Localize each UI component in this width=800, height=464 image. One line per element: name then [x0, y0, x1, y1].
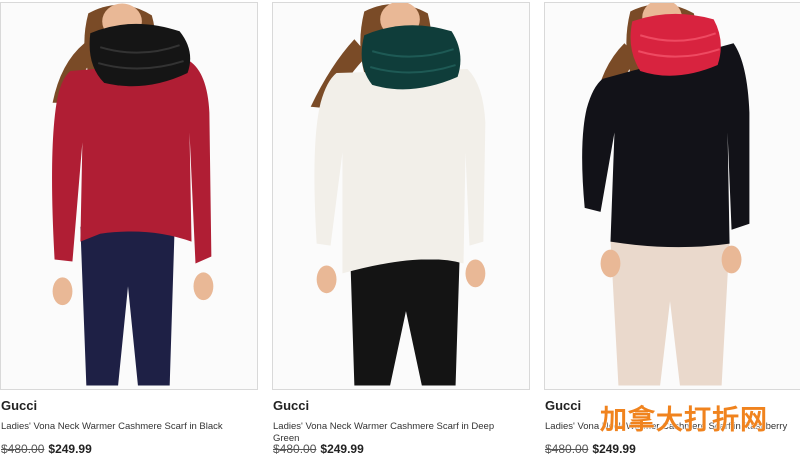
site-watermark: 加拿大打折网 — [600, 405, 768, 436]
model-illustration — [273, 3, 529, 389]
original-price: $480.00 — [1, 442, 45, 456]
original-price: $480.00 — [273, 442, 317, 456]
model-illustration — [545, 3, 800, 389]
product-card: Gucci Ladies' Vona Neck Warmer Cashmere … — [272, 0, 530, 464]
product-image[interactable] — [544, 2, 800, 390]
product-brand[interactable]: Gucci — [1, 398, 37, 413]
product-price: $480.00 $249.99 — [1, 442, 92, 456]
original-price: $480.00 — [545, 442, 589, 456]
model-illustration — [1, 3, 257, 389]
product-image[interactable] — [0, 2, 258, 390]
product-brand[interactable]: Gucci — [545, 398, 581, 413]
sale-price: $249.99 — [592, 442, 636, 456]
product-image[interactable] — [272, 2, 530, 390]
product-card: Gucci Ladies' Vona Neck Warmer Cashmere … — [0, 0, 258, 464]
product-title[interactable]: Ladies' Vona Neck Warmer Cashmere Scarf … — [1, 421, 251, 433]
product-card: Gucci Ladies' Vona Neck Warmer Cashmere … — [544, 0, 800, 464]
product-price: $480.00 $249.99 — [545, 442, 636, 456]
sale-price: $249.99 — [320, 442, 364, 456]
product-price: $480.00 $249.99 — [273, 442, 364, 456]
product-brand[interactable]: Gucci — [273, 398, 309, 413]
sale-price: $249.99 — [48, 442, 92, 456]
product-grid: Gucci Ladies' Vona Neck Warmer Cashmere … — [0, 0, 800, 464]
